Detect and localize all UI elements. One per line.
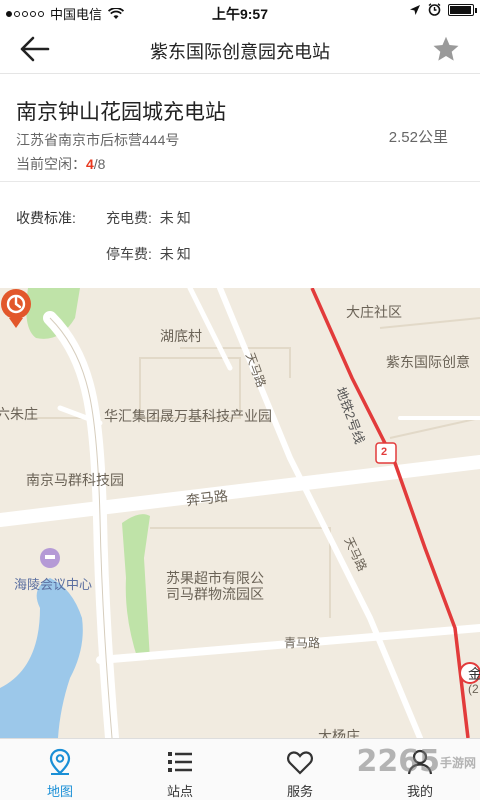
- tab-label: 服务: [286, 784, 313, 799]
- map-label: 青马路: [284, 636, 321, 650]
- status-time: 上午9:57: [211, 6, 269, 22]
- station-availability: 当前空闲：4/8: [16, 154, 105, 174]
- tab-service[interactable]: 服务: [240, 739, 360, 800]
- station-name: 南京钟山花园城充电站: [16, 101, 226, 124]
- map-label: 紫东国际创意: [386, 354, 470, 370]
- map-label: (2: [468, 682, 479, 696]
- parking-fee-label: 停车费:: [106, 246, 152, 262]
- available-count: 4: [86, 156, 94, 172]
- metro-badge-label: 2: [381, 446, 388, 458]
- status-right: [409, 3, 477, 16]
- map-view[interactable]: 大庄社区 湖底村 天马路 紫东国际创意 地铁2号线 六朱庄 华汇集团晟万基科技产…: [0, 288, 480, 738]
- fee-title: 收费标准:: [16, 210, 76, 226]
- charging-station-pin-icon[interactable]: [0, 288, 32, 332]
- map-label: 六朱庄: [0, 406, 38, 422]
- fee-section: 收费标准: 充电费: 未知 停车费: 未知: [0, 182, 480, 288]
- map-label: 华汇集团晟万基科技产业园: [104, 408, 272, 424]
- map-label: 大杨庄: [318, 728, 360, 738]
- watermark-text: 2265: [356, 744, 440, 779]
- heart-icon: [287, 751, 313, 775]
- map-label: 司马群物流园区: [166, 586, 264, 602]
- map-pin-icon: [49, 748, 71, 775]
- parking-fee-row: 停车费: 未知: [106, 244, 194, 264]
- charge-fee-value: 未知: [159, 210, 194, 226]
- watermark-sub: 手游网: [439, 756, 476, 770]
- navigation-bar: 紫东国际创意园充电站: [0, 24, 480, 74]
- tab-stations[interactable]: 站点: [120, 739, 240, 800]
- total-count: /8: [93, 156, 106, 172]
- battery-icon: [448, 3, 477, 16]
- station-address: 江苏省南京市后标营444号: [16, 132, 180, 148]
- star-icon[interactable]: [432, 35, 460, 63]
- tab-label: 地图: [46, 784, 73, 799]
- station-distance: 2.52公里: [388, 129, 448, 146]
- app-screen: 中国电信 上午9:57 紫东国际创意园充电站 南京钟山花园城充电站 江苏省南京市…: [0, 0, 480, 800]
- map-label: 南京马群科技园: [26, 472, 124, 488]
- charge-fee-label: 充电费:: [106, 210, 152, 226]
- map-label: 金: [468, 666, 480, 682]
- charge-fee-row: 充电费: 未知: [106, 208, 194, 228]
- availability-label: 当前空闲：: [16, 156, 86, 172]
- parking-fee-value: 未知: [159, 246, 194, 262]
- list-icon: [168, 752, 192, 772]
- battery-level: [450, 5, 471, 14]
- page-title: 紫东国际创意园充电站: [150, 42, 330, 62]
- tab-label: 站点: [166, 784, 193, 799]
- tab-map[interactable]: 地图: [0, 739, 120, 800]
- park-area: [122, 514, 150, 660]
- map-label: 海陵会议中心: [14, 577, 93, 592]
- alarm-icon: [428, 3, 441, 16]
- location-arrow-icon: [410, 4, 420, 15]
- map-label: 湖底村: [160, 328, 202, 344]
- watermark-logo: 2265手游网: [356, 744, 476, 779]
- lake: [0, 578, 83, 738]
- station-info-card: 南京钟山花园城充电站 江苏省南京市后标营444号 当前空闲：4/8 2.52公里: [0, 74, 480, 182]
- status-bar: 中国电信 上午9:57: [0, 0, 480, 24]
- tab-label: 我的: [406, 784, 433, 799]
- map-label: 大庄社区: [346, 304, 402, 320]
